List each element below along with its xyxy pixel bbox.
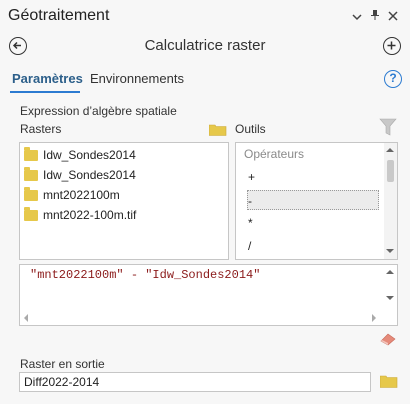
tools-scrollbar[interactable] [384,143,397,259]
list-item[interactable]: Idw_Sondes2014 [24,165,136,185]
operator-item-divide[interactable]: / [248,236,380,256]
help-icon[interactable]: ? [384,70,402,88]
pane-title: Géotraitement [8,7,110,24]
raster-icon [24,186,38,201]
expression-input[interactable]: "mnt2022100m" - "Idw_Sondes2014" [19,264,398,326]
operator-item-minus[interactable]: - [247,190,379,210]
raster-name: mnt2022100m [43,188,120,202]
expression-text[interactable]: "mnt2022100m" - "Idw_Sondes2014" [30,268,260,282]
raster-icon [24,166,38,181]
rasters-list[interactable]: Idw_Sondes2014 Idw_Sondes2014 mnt2022100… [19,142,229,260]
output-raster-field[interactable]: Diff2022-2014 [19,372,371,392]
tools-list[interactable]: Opérateurs + - * / [235,142,398,260]
scroll-thumb[interactable] [387,160,394,182]
operator-item-multiply[interactable]: * [248,213,380,233]
operator-item-plus[interactable]: + [248,167,380,187]
tools-label: Outils [235,122,266,136]
scroll-up-icon[interactable] [386,148,394,152]
list-item[interactable]: mnt2022-100m.tif [24,205,136,225]
scroll-down-icon[interactable] [386,296,394,300]
raster-icon [24,146,38,161]
scroll-left-icon[interactable] [24,314,28,322]
tools-category-label: Opérateurs [244,147,305,161]
tab-environnements[interactable]: Environnements [90,71,184,86]
plus-icon [387,41,396,50]
tab-parametres[interactable]: Paramètres [12,71,83,86]
raster-name: Idw_Sondes2014 [43,148,136,162]
list-item[interactable]: Idw_Sondes2014 [24,145,136,165]
rasters-label: Rasters [20,122,62,136]
list-item[interactable]: mnt2022100m [24,185,120,205]
expression-hscroll[interactable] [20,312,383,325]
close-icon[interactable] [386,8,400,26]
expression-vscroll[interactable] [383,265,397,311]
expression-heading: Expression d’algèbre spatiale [20,104,177,118]
tool-title: Calculatrice raster [144,37,266,54]
folder-icon [208,124,227,136]
browse-folder-button[interactable] [208,124,227,136]
filter-icon[interactable] [379,118,397,136]
raster-icon [24,206,38,221]
raster-name: mnt2022-100m.tif [43,208,137,222]
raster-name: Idw_Sondes2014 [43,168,136,182]
output-browse-button[interactable] [379,375,398,388]
scroll-right-icon[interactable] [372,314,376,322]
add-button[interactable] [383,37,401,55]
scroll-up-icon[interactable] [386,270,394,274]
scroll-down-icon[interactable] [386,249,394,253]
output-label: Raster en sortie [20,357,105,371]
active-tab-indicator [10,91,80,93]
eraser-icon[interactable] [379,332,397,346]
folder-icon [379,375,398,388]
chevron-down-icon[interactable] [350,8,364,26]
pin-icon[interactable] [368,8,382,26]
